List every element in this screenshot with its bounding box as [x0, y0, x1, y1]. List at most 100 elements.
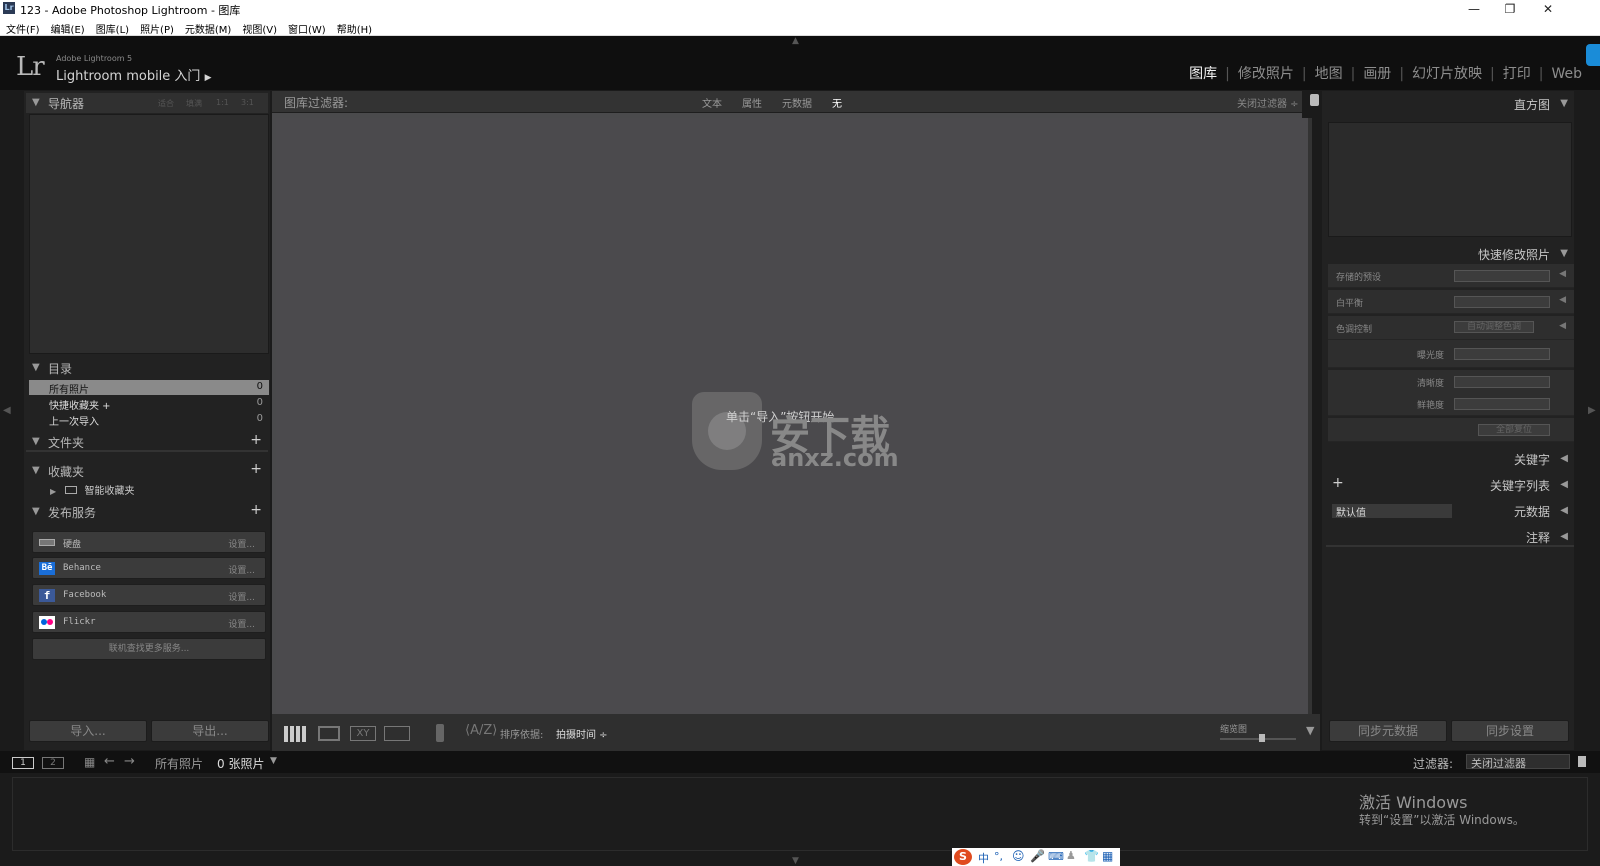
triangle-left-icon[interactable]: ◀ — [1559, 269, 1566, 279]
forward-arrow-icon[interactable]: → — [124, 754, 135, 769]
filter-metadata[interactable]: 元数据 — [782, 95, 812, 110]
add-keyword-icon[interactable]: + — [1332, 475, 1344, 491]
menu-metadata[interactable]: 元数据(M) — [179, 19, 236, 36]
menu-file[interactable]: 文件(F) — [0, 19, 45, 36]
close-button[interactable]: ✕ — [1528, 0, 1568, 19]
publish-flickr[interactable]: Flickr 设置... — [32, 611, 266, 633]
module-print[interactable]: 打印 — [1495, 66, 1539, 82]
catalog-item-all-photos[interactable]: 所有照片 0 — [29, 380, 269, 396]
chevron-down-icon[interactable]: ▼ — [270, 756, 277, 766]
navigator-header[interactable]: ▼ 导航器 适合 填满 1:1 3:1 — [26, 93, 268, 113]
sync-metadata-button[interactable]: 同步元数据 — [1329, 720, 1447, 742]
loupe-view-icon[interactable] — [318, 726, 340, 741]
setup-link[interactable]: 设置... — [228, 563, 255, 576]
publish-facebook[interactable]: f Facebook 设置... — [32, 584, 266, 606]
microphone-icon[interactable]: 🎤 — [1030, 849, 1045, 863]
saved-preset-dropdown[interactable] — [1454, 270, 1550, 282]
filter-text[interactable]: 文本 — [702, 95, 722, 110]
publish-hard-drive[interactable]: 硬盘 设置... — [32, 531, 266, 553]
clarity-stepper[interactable] — [1454, 376, 1550, 388]
setup-link[interactable]: 设置... — [228, 537, 255, 550]
filmstrip-source[interactable]: 所有照片 — [155, 755, 203, 772]
navigator-preview[interactable] — [29, 114, 269, 354]
thumbnail-slider-knob[interactable] — [1258, 734, 1265, 742]
sogou-logo-icon[interactable]: S — [954, 849, 972, 865]
keywording-header[interactable]: 关键字 ◀ — [1326, 449, 1574, 469]
menu-library[interactable]: 图库(L) — [90, 19, 134, 36]
sort-direction-icon[interactable]: ⟨A/Z⟩ — [465, 723, 497, 738]
module-book[interactable]: 画册 — [1355, 66, 1399, 82]
toolbar-options-icon[interactable]: ▼ — [1306, 724, 1314, 737]
metadata-header[interactable]: 默认值 元数据 ◀ — [1326, 501, 1574, 521]
painter-icon[interactable] — [436, 724, 444, 742]
setup-link[interactable]: 设置... — [228, 617, 255, 630]
minimize-button[interactable]: — — [1456, 0, 1492, 19]
collections-header[interactable]: ▼ 收藏夹 + — [26, 461, 268, 481]
module-develop[interactable]: 修改照片 — [1230, 66, 1302, 82]
zoom-fit[interactable]: 适合 — [158, 98, 174, 109]
filmstrip-filter-dropdown[interactable]: 关闭过滤器 — [1466, 754, 1570, 770]
menu-photo[interactable]: 照片(P) — [134, 19, 179, 36]
import-button[interactable]: 导入... — [29, 720, 147, 742]
punctuation-icon[interactable]: °, — [994, 850, 1003, 863]
sort-dropdown[interactable]: 拍摄时间 ÷ — [556, 726, 608, 741]
collapse-top-icon[interactable]: ▲ — [792, 36, 799, 46]
zoom-1to1[interactable]: 1:1 — [216, 98, 229, 107]
vibrance-stepper[interactable] — [1454, 398, 1550, 410]
metadata-preset-dropdown[interactable]: 默认值 — [1332, 504, 1452, 519]
folders-header[interactable]: ▼ 文件夹 + — [26, 432, 268, 452]
main-window-button[interactable]: 1 — [12, 757, 34, 769]
side-cloud-icon[interactable] — [1586, 44, 1600, 66]
lock-icon[interactable] — [1310, 94, 1319, 106]
skin-icon[interactable]: 👕 — [1084, 849, 1099, 863]
menu-edit[interactable]: 编辑(E) — [45, 19, 90, 36]
survey-view-icon[interactable] — [384, 726, 410, 741]
catalog-header[interactable]: ▼ 目录 — [26, 358, 268, 378]
add-publish-icon[interactable]: + — [250, 502, 262, 518]
emoji-icon[interactable]: ☺ — [1012, 849, 1025, 863]
collapse-bottom-icon[interactable]: ▼ — [792, 856, 799, 866]
identity-plate[interactable]: Lightroom mobile 入门 ▶ — [56, 65, 212, 84]
grid-view-icon[interactable] — [284, 726, 308, 742]
module-map[interactable]: 地图 — [1307, 66, 1351, 82]
filter-presets-dropdown[interactable]: 关闭过滤器 ÷ — [1237, 95, 1299, 110]
menu-view[interactable]: 视图(V) — [236, 19, 282, 36]
find-more-services-button[interactable]: 联机查找更多服务... — [32, 638, 266, 660]
grid-scrollbar[interactable] — [1308, 118, 1312, 714]
add-collection-icon[interactable]: + — [250, 461, 262, 477]
module-web[interactable]: Web — [1543, 66, 1590, 82]
comments-header[interactable]: 注释 ◀ — [1326, 527, 1574, 547]
sync-settings-button[interactable]: 同步设置 — [1451, 720, 1569, 742]
triangle-left-icon[interactable]: ◀ — [1559, 321, 1566, 331]
collapse-right-icon[interactable]: ▶ — [1588, 405, 1596, 416]
maximize-button[interactable]: ❐ — [1492, 0, 1528, 19]
catalog-item-previous-import[interactable]: 上一次导入 0 — [29, 412, 269, 428]
back-arrow-icon[interactable]: ← — [104, 754, 115, 769]
module-library[interactable]: 图库 — [1181, 66, 1225, 82]
add-folder-icon[interactable]: + — [250, 432, 262, 448]
zoom-fill[interactable]: 填满 — [186, 98, 202, 109]
zoom-3to1[interactable]: 3:1 — [241, 98, 254, 107]
secondary-window-button[interactable]: 2 — [42, 757, 64, 769]
user-icon[interactable]: ♟ — [1066, 849, 1076, 862]
auto-tone-button[interactable]: 自动调整色调 — [1454, 321, 1534, 333]
setup-link[interactable]: 设置... — [228, 590, 255, 603]
quick-develop-header[interactable]: 快速修改照片 ▼ — [1326, 244, 1574, 264]
lock-icon[interactable] — [1578, 756, 1586, 767]
smart-collections-item[interactable]: ▶ 智能收藏夹 — [50, 482, 260, 497]
menu-help[interactable]: 帮助(H) — [331, 19, 377, 36]
filter-attribute[interactable]: 属性 — [742, 95, 762, 110]
reset-all-button[interactable]: 全部复位 — [1478, 424, 1550, 436]
triangle-left-icon[interactable]: ◀ — [1559, 295, 1566, 305]
histogram-header[interactable]: 直方图 ▼ — [1326, 94, 1574, 114]
module-slideshow[interactable]: 幻灯片放映 — [1404, 66, 1490, 82]
exposure-stepper[interactable] — [1454, 348, 1550, 360]
white-balance-dropdown[interactable] — [1454, 296, 1550, 308]
chinese-mode-toggle[interactable]: 中 — [978, 850, 989, 866]
catalog-item-quick-collection[interactable]: 快捷收藏夹 + 0 — [29, 396, 269, 412]
grid-icon[interactable]: ▦ — [84, 755, 95, 769]
filter-none[interactable]: 无 — [832, 95, 842, 110]
toolbox-icon[interactable]: ▦ — [1102, 849, 1113, 863]
keyword-list-header[interactable]: + 关键字列表 ◀ — [1326, 475, 1574, 495]
collapse-left-icon[interactable]: ◀ — [3, 405, 11, 416]
